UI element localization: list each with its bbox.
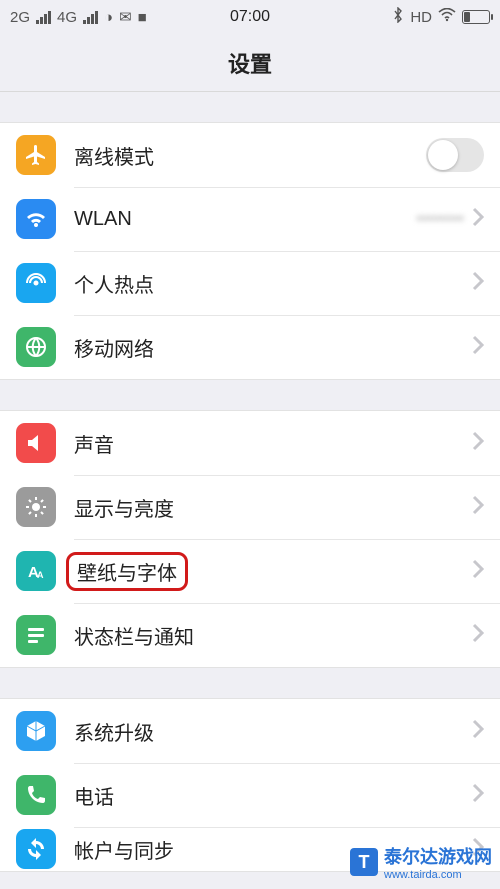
hotspot-icon xyxy=(16,263,56,303)
row-statusbar-notifications[interactable]: 状态栏与通知 xyxy=(0,603,500,667)
row-phone[interactable]: 电话 xyxy=(0,763,500,827)
airplane-toggle[interactable] xyxy=(426,138,484,172)
row-label: 移动网络 xyxy=(74,333,472,362)
row-cellular[interactable]: 移动网络 xyxy=(0,315,500,379)
row-sound[interactable]: 声音 xyxy=(0,411,500,475)
row-hotspot[interactable]: 个人热点 xyxy=(0,251,500,315)
settings-group-display: 声音 显示与亮度 AA 壁纸与字体 状态栏与通知 xyxy=(0,410,500,668)
chevron-right-icon xyxy=(472,207,484,232)
row-label: 声音 xyxy=(74,429,472,458)
chevron-right-icon xyxy=(472,271,484,296)
wlan-detail: •••••••• xyxy=(416,209,464,229)
page-header: 设置 xyxy=(0,34,500,92)
watermark: T 泰尔达游戏网 www.tairda.com xyxy=(350,843,492,881)
chevron-right-icon xyxy=(472,431,484,456)
chevron-right-icon xyxy=(472,559,484,584)
chevron-right-icon xyxy=(472,719,484,744)
phone-icon xyxy=(16,775,56,815)
globe-icon xyxy=(16,327,56,367)
font-icon: AA xyxy=(16,551,56,591)
row-label: 壁纸与字体 xyxy=(77,557,177,586)
watermark-logo-icon: T xyxy=(350,848,378,876)
battery-icon xyxy=(462,10,490,24)
page-title: 设置 xyxy=(228,47,272,79)
row-display-brightness[interactable]: 显示与亮度 xyxy=(0,475,500,539)
watermark-text: 泰尔达游戏网 xyxy=(384,843,492,869)
sync-icon xyxy=(16,829,56,869)
row-airplane-mode[interactable]: 离线模式 xyxy=(0,123,500,187)
cube-icon xyxy=(16,711,56,751)
list-icon xyxy=(16,615,56,655)
svg-text:A: A xyxy=(37,570,44,580)
status-time: 07:00 xyxy=(0,8,500,26)
chevron-right-icon xyxy=(472,335,484,360)
status-bar: 2G 4G ◑ ✉ ■ 07:00 HD xyxy=(0,0,500,34)
chevron-right-icon xyxy=(472,623,484,648)
row-label: 离线模式 xyxy=(74,141,426,170)
watermark-url: www.tairda.com xyxy=(384,869,492,881)
airplane-icon xyxy=(16,135,56,175)
row-wlan[interactable]: WLAN •••••••• xyxy=(0,187,500,251)
brightness-icon xyxy=(16,487,56,527)
row-wallpaper-font[interactable]: AA 壁纸与字体 xyxy=(0,539,500,603)
row-label: WLAN xyxy=(74,208,416,231)
row-label: 系统升级 xyxy=(74,717,472,746)
speaker-icon xyxy=(16,423,56,463)
chevron-right-icon xyxy=(472,495,484,520)
settings-group-network: 离线模式 WLAN •••••••• 个人热点 移动网络 xyxy=(0,122,500,380)
row-label: 个人热点 xyxy=(74,269,472,298)
wifi-icon xyxy=(16,199,56,239)
row-label: 电话 xyxy=(74,781,472,810)
highlight-annotation: 壁纸与字体 xyxy=(66,552,188,591)
chevron-right-icon xyxy=(472,783,484,808)
row-system-update[interactable]: 系统升级 xyxy=(0,699,500,763)
row-label: 显示与亮度 xyxy=(74,493,472,522)
row-label: 状态栏与通知 xyxy=(74,621,472,650)
